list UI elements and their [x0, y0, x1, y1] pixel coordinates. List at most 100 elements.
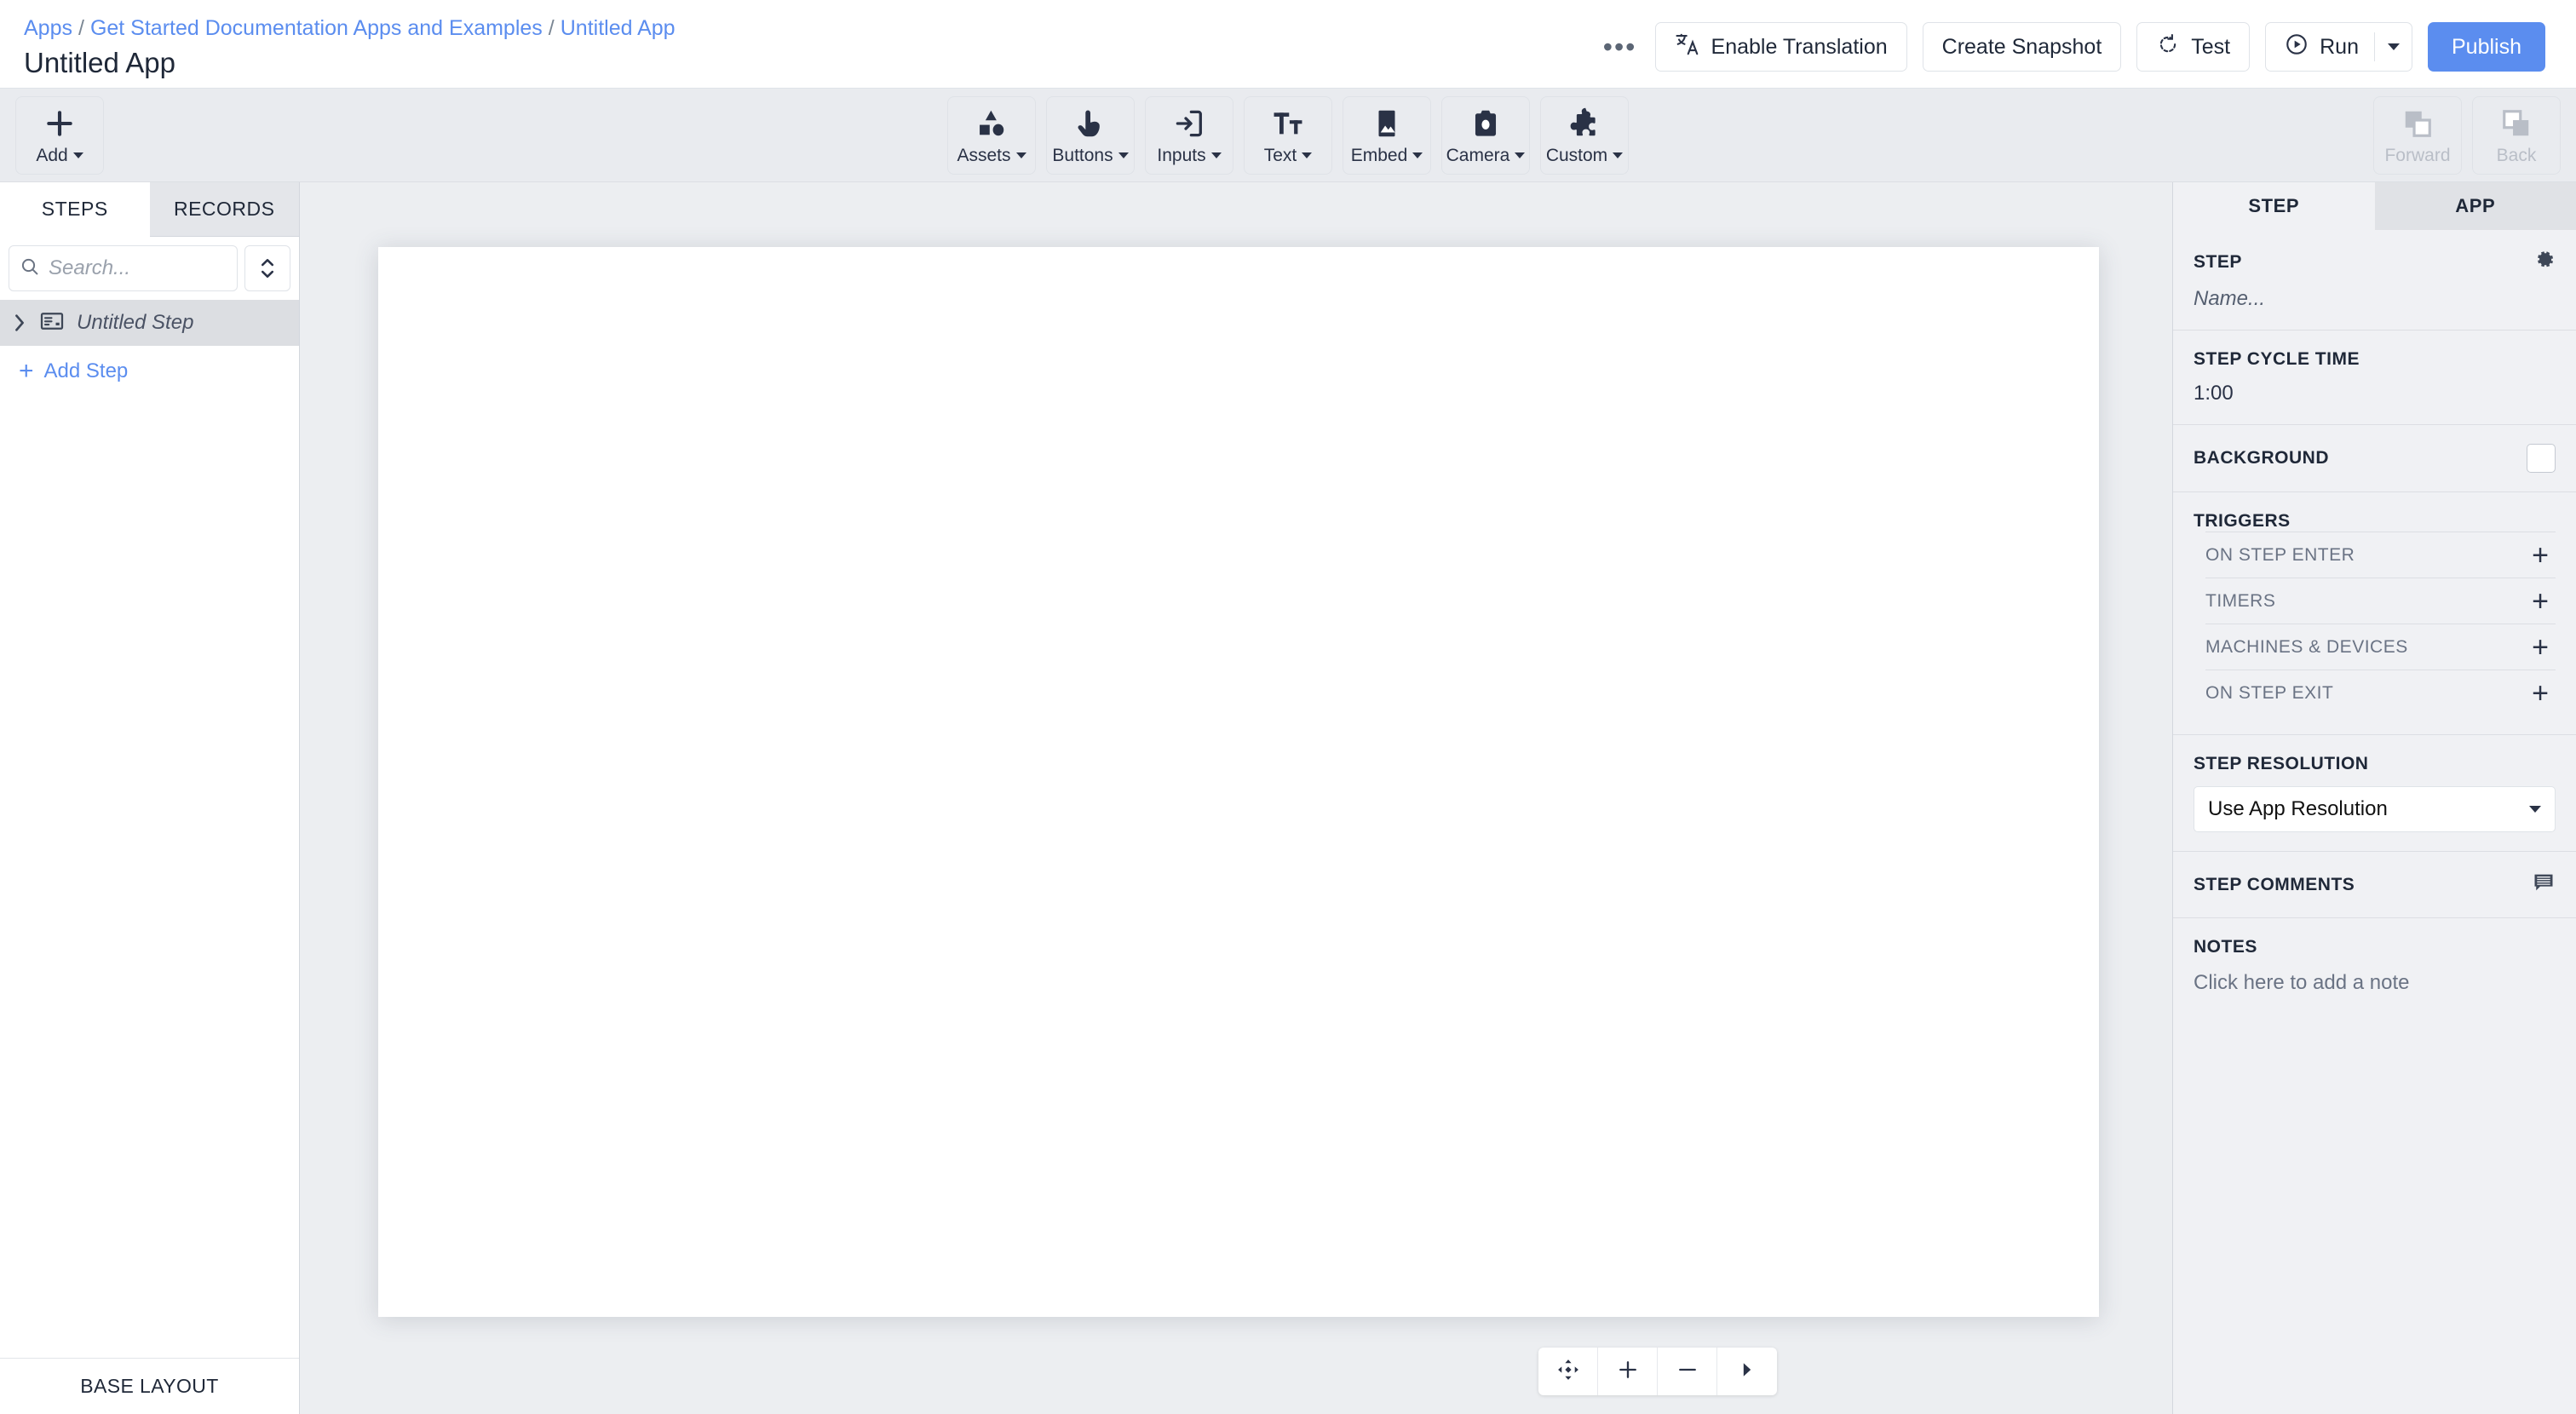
step-resolution-select[interactable]: Use App Resolution	[2194, 786, 2556, 832]
tab-records[interactable]: RECORDS	[149, 182, 299, 237]
run-label: Run	[2320, 34, 2359, 59]
breadcrumb-item-apps[interactable]: Apps	[24, 15, 72, 41]
enable-translation-label: Enable Translation	[1711, 34, 1888, 59]
background-color-swatch[interactable]	[2527, 444, 2556, 473]
sort-updown-icon[interactable]	[244, 245, 290, 291]
chevron-down-icon	[1515, 152, 1526, 158]
triggers-title: TRIGGERS	[2194, 511, 2291, 531]
trigger-label: TIMERS	[2205, 590, 2276, 611]
notes-title: NOTES	[2194, 937, 2257, 957]
more-options-icon[interactable]: •••	[1601, 27, 1640, 66]
toolbar-item-assets[interactable]: Assets	[947, 95, 1036, 175]
step-name-input[interactable]: Name...	[2194, 287, 2556, 311]
add-trigger-button[interactable]: +	[2528, 679, 2552, 708]
base-layout-button[interactable]: BASE LAYOUT	[0, 1358, 299, 1414]
component-toolbar: Add Assets Buttons Inputs Text Embed Cam…	[0, 89, 2576, 182]
trigger-label: MACHINES & DEVICES	[2205, 636, 2408, 657]
cycle-time-title: STEP CYCLE TIME	[2194, 349, 2360, 369]
buttons-label: Buttons	[1052, 146, 1129, 166]
chevron-down-icon	[1015, 152, 1026, 158]
canvas-page[interactable]	[378, 247, 2099, 1317]
add-trigger-button[interactable]: +	[2528, 587, 2552, 616]
publish-button[interactable]: Publish	[2428, 22, 2545, 72]
step-name-label: Untitled Step	[77, 311, 194, 334]
assets-label: Assets	[957, 146, 1026, 166]
pointing-hand-icon	[1074, 105, 1107, 142]
section-background: BACKGROUND	[2173, 425, 2576, 492]
tab-steps[interactable]: STEPS	[0, 182, 150, 237]
move-arrows-icon	[1556, 1358, 1580, 1386]
section-notes: NOTES Click here to add a note	[2173, 918, 2576, 1014]
toolbar-item-buttons[interactable]: Buttons	[1046, 95, 1135, 175]
create-snapshot-button[interactable]: Create Snapshot	[1922, 22, 2122, 72]
camera-icon	[1469, 105, 1502, 142]
page-title: Untitled App	[24, 47, 175, 78]
notes-input[interactable]: Click here to add a note	[2194, 971, 2556, 995]
chevron-down-icon	[1412, 152, 1423, 158]
breadcrumb-item-current[interactable]: Untitled App	[561, 15, 676, 41]
send-back-button[interactable]: Back	[2472, 95, 2561, 175]
create-snapshot-label: Create Snapshot	[1941, 34, 2102, 59]
image-icon	[1371, 105, 1403, 142]
trigger-timers: TIMERS +	[2205, 578, 2556, 624]
toolbar-component-group: Assets Buttons Inputs Text Embed Camera …	[947, 95, 1629, 175]
search-input[interactable]	[49, 256, 227, 280]
search-icon	[20, 256, 40, 281]
zoom-out-button[interactable]	[1658, 1348, 1717, 1395]
cycle-time-value[interactable]: 1:00	[2194, 382, 2556, 405]
add-label: Add	[36, 146, 83, 166]
minus-icon	[1676, 1358, 1699, 1386]
add-trigger-button[interactable]: +	[2528, 633, 2552, 662]
run-dropdown-toggle[interactable]	[2374, 32, 2412, 61]
chevron-right-icon[interactable]	[12, 313, 27, 333]
comment-icon[interactable]	[2532, 871, 2556, 899]
forward-label: Forward	[2384, 145, 2451, 165]
pan-tool-button[interactable]	[1538, 1348, 1598, 1395]
canvas-zoom-controls	[1538, 1348, 1777, 1395]
expand-controls-button[interactable]	[1717, 1348, 1777, 1395]
enable-translation-button[interactable]: Enable Translation	[1654, 22, 1907, 72]
trigger-on-step-enter: ON STEP ENTER +	[2205, 532, 2556, 578]
toolbar-item-embed[interactable]: Embed	[1343, 95, 1431, 175]
tab-step[interactable]: STEP	[2173, 182, 2375, 230]
embed-label: Embed	[1351, 146, 1423, 166]
add-step-label: Add Step	[43, 359, 129, 382]
bring-forward-button[interactable]: Forward	[2373, 95, 2462, 175]
test-button[interactable]: Test	[2136, 22, 2251, 72]
toolbar-item-inputs[interactable]: Inputs	[1145, 95, 1233, 175]
breadcrumb-item-folder[interactable]: Get Started Documentation Apps and Examp…	[90, 15, 543, 41]
main-body: STEPS RECORDS Search... Untitled Step + …	[0, 182, 2576, 1414]
section-step-cycle-time: STEP CYCLE TIME 1:00	[2173, 331, 2576, 425]
step-resolution-value: Use App Resolution	[2208, 797, 2388, 820]
toolbar-item-custom[interactable]: Custom	[1540, 95, 1629, 175]
refresh-test-icon	[2156, 32, 2180, 62]
left-sidebar: STEPS RECORDS Search... Untitled Step + …	[0, 182, 300, 1414]
search-box[interactable]	[9, 245, 238, 291]
step-section-header: STEP	[2194, 249, 2556, 275]
add-step-button[interactable]: + Add Step	[0, 346, 299, 397]
toolbar-item-camera[interactable]: Camera	[1441, 95, 1530, 175]
add-trigger-button[interactable]: +	[2528, 541, 2552, 570]
translate-icon	[1675, 32, 1700, 63]
zoom-in-button[interactable]	[1598, 1348, 1658, 1395]
step-comments-title: STEP COMMENTS	[2194, 874, 2355, 894]
section-step: STEP Name...	[2173, 230, 2576, 331]
gear-icon[interactable]	[2533, 249, 2556, 275]
canvas-area[interactable]	[300, 182, 2172, 1414]
breadcrumb-separator: /	[78, 16, 84, 40]
section-step-comments: STEP COMMENTS	[2173, 852, 2576, 918]
puzzle-piece-icon	[1568, 105, 1601, 142]
plus-icon	[43, 105, 76, 142]
toolbar-layer-group: Forward Back	[2373, 95, 2561, 175]
play-circle-icon	[2285, 32, 2309, 62]
run-button[interactable]: Run	[2266, 23, 2374, 71]
add-button[interactable]: Add	[15, 95, 104, 175]
toolbar-item-text[interactable]: Text	[1244, 95, 1332, 175]
chevron-down-icon	[1613, 152, 1624, 158]
tab-app[interactable]: APP	[2374, 182, 2576, 230]
section-triggers: TRIGGERS ON STEP ENTER + TIMERS + MACHIN…	[2173, 492, 2576, 735]
step-section-title: STEP	[2194, 251, 2242, 272]
breadcrumb-separator: /	[548, 16, 555, 40]
step-list-item[interactable]: Untitled Step	[0, 300, 299, 346]
trigger-machines-devices: MACHINES & DEVICES +	[2205, 624, 2556, 670]
